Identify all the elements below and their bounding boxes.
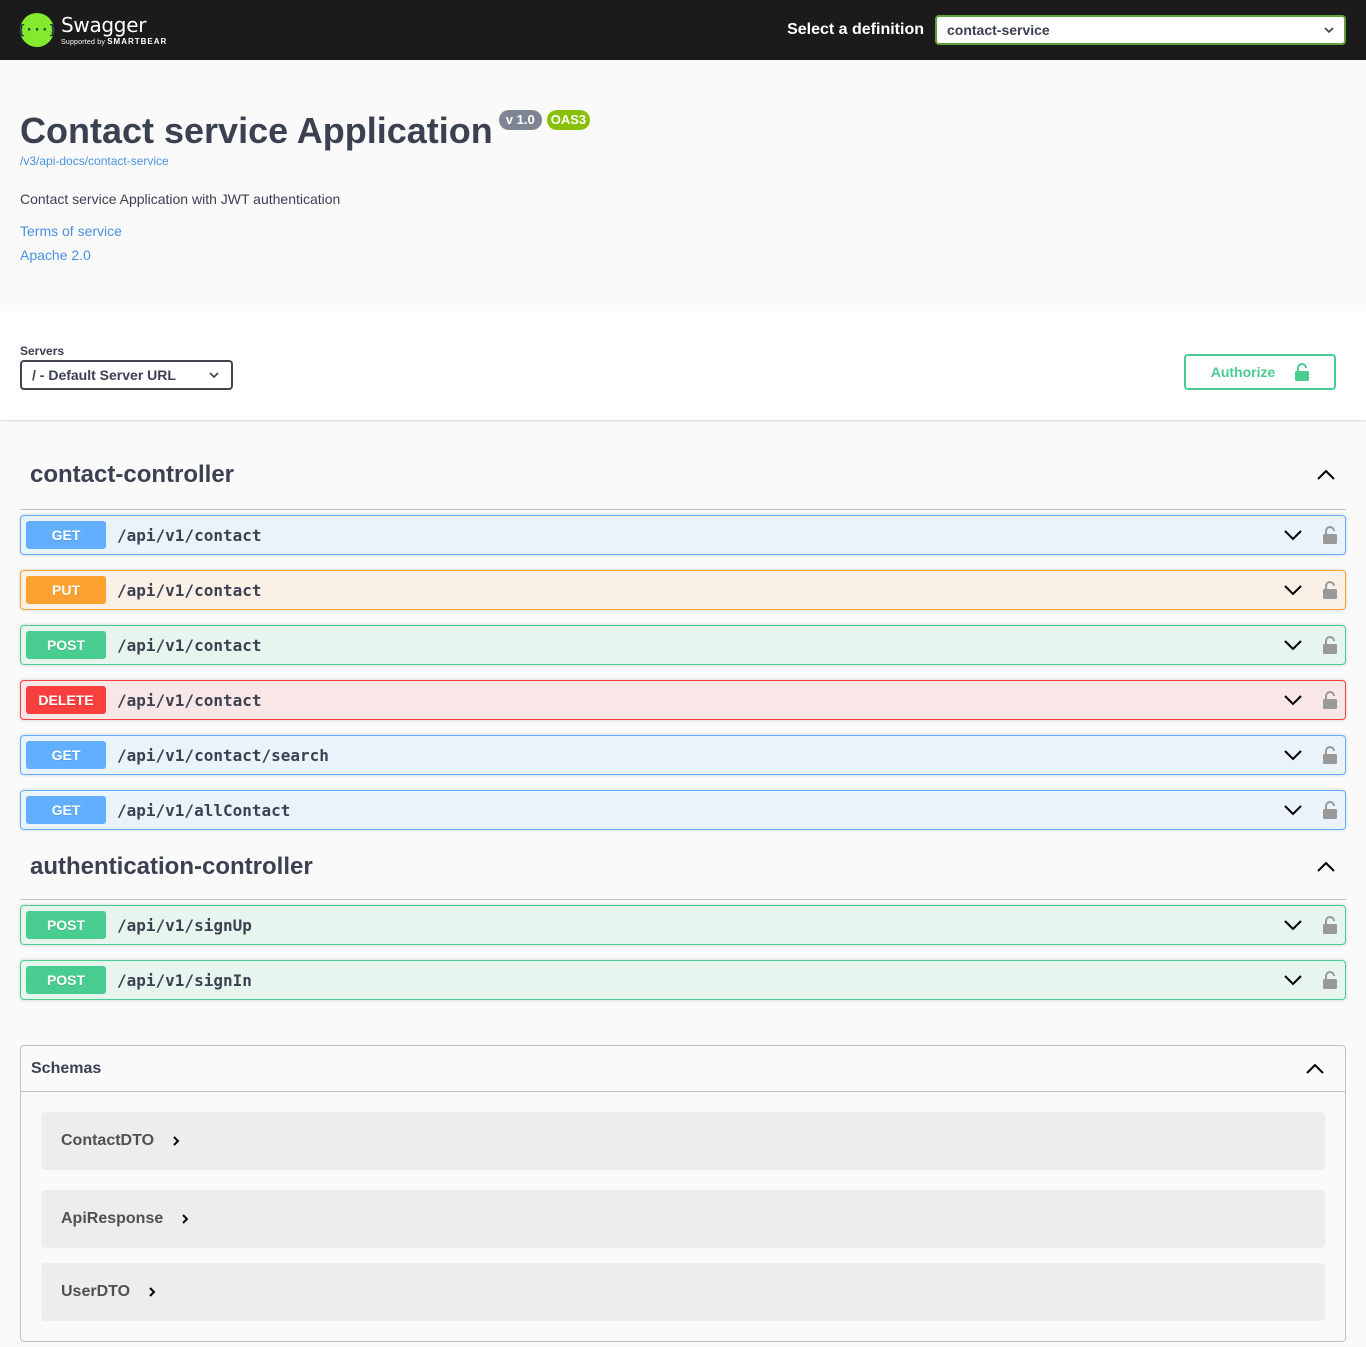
tag-title: contact-controller — [30, 460, 235, 488]
method-badge: GET — [26, 741, 106, 769]
schemas-title: Schemas — [31, 1059, 102, 1077]
chevron-down-icon — [209, 372, 219, 379]
unlock-icon[interactable] — [1323, 691, 1337, 709]
logo-title: Swagger — [61, 12, 147, 37]
method-badge: POST — [26, 631, 106, 659]
api-description: Contact service Application with JWT aut… — [20, 191, 341, 207]
operation-path: /api/v1/signUp — [117, 915, 252, 935]
unlock-icon[interactable] — [1323, 636, 1337, 654]
operation-path: /api/v1/signIn — [117, 970, 252, 990]
unlock-icon[interactable] — [1323, 746, 1337, 764]
operation-path: /api/v1/contact — [117, 525, 262, 545]
servers-label: Servers — [20, 344, 65, 358]
topbar: {···} Swagger Supported by SMARTBEAR Sel… — [0, 0, 1366, 60]
authorize-label: Authorize — [1210, 364, 1276, 380]
schema-name: UserDTO — [61, 1283, 131, 1300]
chevron-down-icon[interactable] — [1283, 694, 1303, 706]
schema-item[interactable]: ApiResponse — [41, 1190, 1325, 1248]
info-section: Contact service Application v 1.0 OAS3 /… — [0, 60, 1366, 311]
operation-post-signup[interactable]: POST /api/v1/signUp — [20, 905, 1346, 945]
operation-path: /api/v1/allContact — [117, 800, 291, 820]
schema-item[interactable]: UserDTO — [41, 1263, 1325, 1321]
schema-name: ContactDTO — [61, 1132, 155, 1149]
definition-select[interactable]: contact-service — [935, 15, 1346, 45]
chevron-right-icon[interactable] — [148, 1286, 156, 1298]
schemas-section: Schemas ContactDTO ApiResponse UserDTO — [20, 1045, 1346, 1342]
page-title: Contact service Application — [20, 110, 493, 151]
swagger-logo-icon: {···} — [17, 13, 57, 47]
servers-select[interactable]: / - Default Server URL — [20, 360, 233, 390]
definition-value: contact-service — [947, 22, 1050, 38]
unlock-icon[interactable] — [1323, 971, 1337, 989]
chevron-down-icon[interactable] — [1283, 529, 1303, 541]
method-badge: PUT — [26, 576, 106, 604]
definition-selector: Select a definition contact-service — [787, 15, 1346, 45]
operation-put-contact[interactable]: PUT /api/v1/contact — [20, 570, 1346, 610]
definition-label: Select a definition — [787, 21, 924, 38]
version-badge: v 1.0 — [498, 110, 542, 130]
tag-authentication-controller[interactable]: authentication-controller — [20, 834, 1346, 900]
operation-path: /api/v1/contact — [117, 690, 262, 710]
method-badge: DELETE — [26, 686, 106, 714]
authorize-button[interactable]: Authorize — [1184, 354, 1336, 390]
operation-path: /api/v1/contact — [117, 580, 262, 600]
chevron-up-icon[interactable] — [1316, 861, 1336, 873]
servers-block: Servers / - Default Server URL — [20, 344, 233, 420]
unlock-icon[interactable] — [1323, 526, 1337, 544]
schema-name: ApiResponse — [61, 1210, 164, 1227]
chevron-down-icon[interactable] — [1283, 974, 1303, 986]
operation-path: /api/v1/contact — [117, 635, 262, 655]
schemas-header[interactable]: Schemas — [21, 1046, 1345, 1092]
servers-value: / - Default Server URL — [32, 367, 176, 383]
logo-subtitle: Supported by SMARTBEAR — [61, 36, 168, 46]
chevron-right-icon[interactable] — [181, 1213, 189, 1225]
schema-item[interactable]: ContactDTO — [41, 1112, 1325, 1170]
chevron-down-icon[interactable] — [1283, 584, 1303, 596]
operation-post-contact[interactable]: POST /api/v1/contact — [20, 625, 1346, 665]
license-link[interactable]: Apache 2.0 — [20, 247, 1346, 263]
operation-post-signin[interactable]: POST /api/v1/signIn — [20, 960, 1346, 1000]
operations-wrapper: contact-controller GET /api/v1/contact P… — [0, 440, 1366, 1342]
operation-get-contact[interactable]: GET /api/v1/contact — [20, 515, 1346, 555]
operation-path: /api/v1/contact/search — [117, 745, 329, 765]
api-docs-link[interactable]: /v3/api-docs/contact-service — [20, 154, 1346, 168]
unlock-icon[interactable] — [1323, 801, 1337, 819]
scheme-container: Servers / - Default Server URL Authorize — [0, 311, 1366, 420]
chevron-up-icon[interactable] — [1305, 1063, 1325, 1075]
operation-delete-contact[interactable]: DELETE /api/v1/contact — [20, 680, 1346, 720]
unlock-icon — [1295, 363, 1310, 381]
chevron-down-icon[interactable] — [1283, 919, 1303, 931]
chevron-down-icon[interactable] — [1283, 749, 1303, 761]
chevron-down-icon[interactable] — [1283, 639, 1303, 651]
method-badge: POST — [26, 911, 106, 939]
unlock-icon[interactable] — [1323, 581, 1337, 599]
tag-contact-controller[interactable]: contact-controller — [20, 440, 1346, 510]
chevron-down-icon — [1324, 27, 1334, 34]
method-badge: GET — [26, 521, 106, 549]
oas-badge: OAS3 — [546, 110, 591, 130]
operation-get-contact-search[interactable]: GET /api/v1/contact/search — [20, 735, 1346, 775]
method-badge: GET — [26, 796, 106, 824]
chevron-right-icon[interactable] — [172, 1135, 180, 1147]
unlock-icon[interactable] — [1323, 916, 1337, 934]
chevron-down-icon[interactable] — [1283, 804, 1303, 816]
chevron-up-icon[interactable] — [1316, 469, 1336, 481]
operation-get-all-contact[interactable]: GET /api/v1/allContact — [20, 790, 1346, 830]
method-badge: POST — [26, 966, 106, 994]
swagger-logo[interactable]: {···} Swagger Supported by SMARTBEAR — [17, 10, 168, 50]
terms-of-service-link[interactable]: Terms of service — [20, 223, 1346, 239]
tag-title: authentication-controller — [30, 852, 313, 880]
